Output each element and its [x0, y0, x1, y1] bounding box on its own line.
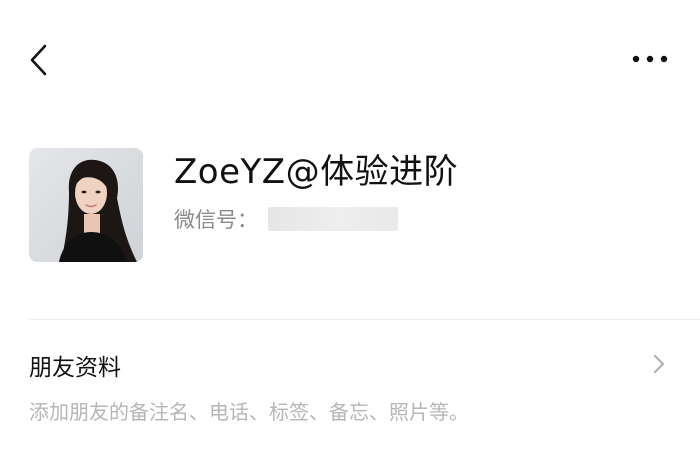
- back-button[interactable]: [24, 38, 56, 82]
- wechat-id-value-redacted: [268, 207, 398, 231]
- contact-profile-page: ZoeYZ@体验进阶 微信号： 朋友资料 添加朋友的备注名、电话、标签、备忘、照…: [0, 0, 700, 452]
- friend-info-description: 添加朋友的备注名、电话、标签、备忘、照片等。: [29, 400, 469, 424]
- friend-info-title: 朋友资料: [29, 355, 121, 381]
- more-options-button[interactable]: [624, 44, 676, 74]
- chevron-left-icon: [30, 44, 47, 76]
- wechat-id-label: 微信号：: [174, 208, 258, 232]
- more-dots-icon: [632, 55, 668, 63]
- avatar[interactable]: [29, 148, 143, 262]
- friend-info-row[interactable]: 朋友资料 添加朋友的备注名、电话、标签、备忘、照片等。: [0, 320, 700, 452]
- wechat-id-row: 微信号：: [174, 204, 398, 234]
- chevron-right-icon: [653, 354, 665, 374]
- avatar-photo: [29, 148, 143, 262]
- profile-header: ZoeYZ@体验进阶 微信号：: [29, 148, 669, 262]
- nickname: ZoeYZ@体验进阶: [174, 152, 459, 192]
